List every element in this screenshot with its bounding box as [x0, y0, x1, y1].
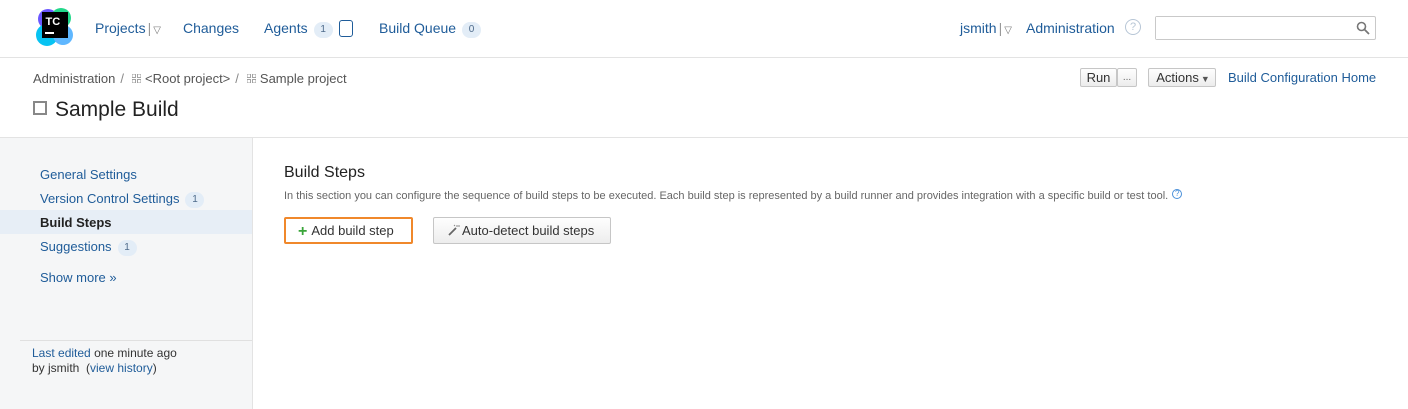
show-more-link[interactable]: Show more »: [40, 270, 117, 285]
sidebar-item-general-settings[interactable]: General Settings: [40, 167, 137, 182]
page-title: Sample Build: [33, 98, 179, 122]
last-edited-link[interactable]: Last edited: [32, 346, 91, 360]
view-history-link[interactable]: view history: [90, 361, 153, 375]
breadcrumb: Administration / <Root project> / Sample pro…: [33, 71, 347, 86]
caret-down-icon[interactable]: ▼: [1201, 74, 1210, 84]
search-icon[interactable]: [1356, 21, 1370, 35]
breadcrumb-sample-project[interactable]: Sample project: [260, 71, 347, 86]
add-build-step-label[interactable]: Add build step: [311, 223, 393, 238]
sidebar: General Settings Version Control Setting…: [0, 138, 253, 409]
help-icon[interactable]: ?: [1125, 19, 1141, 35]
breadcrumb-root-project[interactable]: <Root project>: [145, 71, 230, 86]
nav-build-queue-label[interactable]: Build Queue: [379, 20, 456, 36]
magic-wand-icon: [448, 224, 460, 236]
agent-device-icon[interactable]: [339, 20, 353, 37]
nav-projects-label[interactable]: Projects: [95, 20, 146, 36]
auto-detect-build-steps-button[interactable]: Auto-detect build steps: [433, 217, 611, 244]
nav-build-queue[interactable]: Build Queue 0: [379, 20, 482, 38]
top-header: TC Projects | ▽ Changes Agents 1 Build Queu…: [0, 0, 1408, 58]
help-icon[interactable]: ?: [1172, 189, 1183, 199]
sidebar-item-suggestions[interactable]: Suggestions 1: [40, 239, 137, 256]
build-queue-count-badge: 0: [462, 22, 482, 38]
suggestions-count-badge: 1: [117, 240, 137, 256]
sidebar-item-label[interactable]: Version Control Settings: [40, 191, 179, 206]
nav-agents[interactable]: Agents 1: [264, 20, 333, 38]
description-text: In this section you can configure the se…: [284, 190, 1169, 202]
nav-agents-label[interactable]: Agents: [264, 20, 308, 36]
user-name[interactable]: jsmith: [960, 20, 997, 36]
chevron-down-icon[interactable]: ▽: [153, 25, 161, 36]
logo-text: TC: [46, 16, 61, 28]
plus-icon: +: [298, 223, 308, 240]
sidebar-item-label[interactable]: Suggestions: [40, 239, 112, 254]
actions-label[interactable]: Actions: [1156, 70, 1199, 85]
sidebar-divider: [20, 340, 252, 341]
user-menu[interactable]: jsmith | ▽: [960, 20, 1012, 36]
run-button[interactable]: Run: [1080, 68, 1117, 87]
project-icon: [246, 74, 256, 83]
run-options-button[interactable]: ...: [1117, 68, 1137, 87]
vcs-count-badge: 1: [185, 192, 205, 208]
project-icon: [132, 74, 141, 83]
section-description: In this section you can configure the se…: [284, 189, 1183, 202]
last-edited-time: one minute ago: [94, 346, 177, 360]
auto-detect-label[interactable]: Auto-detect build steps: [462, 223, 594, 238]
search-box[interactable]: [1155, 16, 1376, 40]
build-configuration-home-link[interactable]: Build Configuration Home: [1228, 70, 1376, 85]
last-edited-by: by jsmith: [32, 361, 80, 375]
sidebar-item-label[interactable]: Build Steps: [40, 215, 112, 230]
agents-count-badge: 1: [313, 22, 333, 38]
chevron-down-icon[interactable]: ▽: [1004, 25, 1012, 36]
sidebar-item-build-steps[interactable]: Build Steps: [0, 210, 252, 234]
breadcrumb-administration[interactable]: Administration: [33, 71, 115, 86]
search-input[interactable]: [1156, 17, 1346, 39]
nav-administration[interactable]: Administration: [1026, 20, 1115, 36]
build-config-icon: [33, 101, 47, 115]
section-title: Build Steps: [284, 164, 365, 181]
teamcity-logo[interactable]: TC: [33, 5, 77, 49]
last-edited-info: Last edited one minute ago by jsmith (vi…: [32, 346, 177, 375]
nav-projects[interactable]: Projects | ▽: [95, 20, 161, 36]
actions-button[interactable]: Actions ▼: [1148, 68, 1216, 87]
page-title-text: Sample Build: [55, 98, 179, 121]
nav-changes[interactable]: Changes: [183, 20, 239, 36]
add-build-step-button[interactable]: + Add build step: [284, 217, 413, 244]
sidebar-item-version-control-settings[interactable]: Version Control Settings 1: [40, 191, 205, 208]
